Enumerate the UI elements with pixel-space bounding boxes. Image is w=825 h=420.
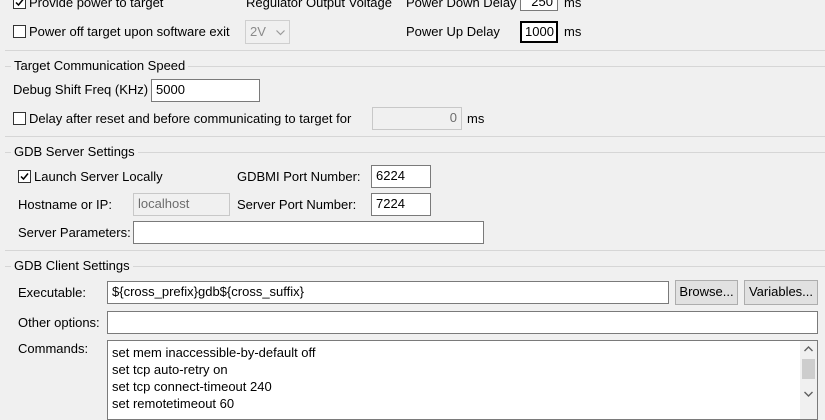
scrollbar-thumb[interactable] <box>802 359 815 379</box>
delay-value-input[interactable]: 0 <box>372 107 462 130</box>
server-params-input[interactable] <box>133 221 484 244</box>
separator <box>5 250 825 251</box>
scroll-up-arrow-icon[interactable] <box>804 346 813 352</box>
command-line: set mem inaccessible-by-default off <box>112 345 316 360</box>
voltage-select-value: 2V <box>250 24 266 39</box>
hostname-input[interactable]: localhost <box>133 193 230 216</box>
scroll-down-arrow-icon[interactable] <box>804 391 813 397</box>
launch-locally-checkbox[interactable] <box>18 170 31 183</box>
commands-textarea[interactable]: set mem inaccessible-by-default off set … <box>107 340 818 420</box>
commands-scrollbar[interactable] <box>800 341 817 419</box>
speed-group-title: Target Communication Speed <box>11 58 189 74</box>
debug-shift-label: Debug Shift Freq (KHz) <box>13 82 149 97</box>
power-down-delay-label: Power Down Delay <box>406 0 517 10</box>
other-options-input[interactable] <box>107 311 818 334</box>
commands-label: Commands: <box>18 341 89 356</box>
provide-power-label: Provide power to target <box>29 0 164 10</box>
gdb-client-group-title: GDB Client Settings <box>11 258 133 274</box>
launch-locally-label: Launch Server Locally <box>34 169 163 184</box>
browse-button[interactable]: Browse... <box>675 280 738 305</box>
voltage-select[interactable]: 2V <box>245 20 290 44</box>
other-options-label: Other options: <box>18 315 100 330</box>
server-port-input[interactable]: 7224 <box>371 193 431 216</box>
power-off-checkbox[interactable] <box>13 25 26 38</box>
server-port-label: Server Port Number: <box>237 197 357 212</box>
executable-label: Executable: <box>18 285 86 300</box>
power-off-label: Power off target upon software exit <box>29 24 230 39</box>
power-down-delay-unit: ms <box>564 0 582 10</box>
debug-shift-input[interactable]: 5000 <box>151 79 260 102</box>
gdbmi-port-input[interactable]: 6224 <box>371 165 431 188</box>
checkmark-icon <box>20 173 29 181</box>
gdb-server-group-title: GDB Server Settings <box>11 144 138 160</box>
power-up-delay-unit: ms <box>564 24 582 39</box>
power-up-delay-input[interactable]: 1000 <box>520 21 558 43</box>
command-line: set remotetimeout 60 <box>112 396 235 411</box>
power-down-delay-input[interactable]: 250 <box>520 0 558 11</box>
delay-unit: ms <box>467 111 485 126</box>
checkmark-icon <box>15 0 24 7</box>
executable-input[interactable]: ${cross_prefix}gdb${cross_suffix} <box>107 281 669 304</box>
command-line: set tcp connect-timeout 240 <box>112 379 272 394</box>
regulator-voltage-label: Regulator Output Voltage <box>246 0 392 10</box>
separator <box>5 50 825 51</box>
delay-after-reset-label: Delay after reset and before communicati… <box>29 111 352 126</box>
command-line: set tcp auto-retry on <box>112 362 228 377</box>
delay-after-reset-checkbox[interactable] <box>13 112 26 125</box>
provide-power-checkbox[interactable] <box>13 0 26 9</box>
separator <box>5 136 825 137</box>
chevron-down-icon <box>276 30 285 36</box>
hostname-label: Hostname or IP: <box>18 197 112 212</box>
variables-button[interactable]: Variables... <box>744 280 818 305</box>
gdbmi-port-label: GDBMI Port Number: <box>237 169 361 184</box>
power-up-delay-label: Power Up Delay <box>406 24 500 39</box>
server-params-label: Server Parameters: <box>18 225 131 240</box>
